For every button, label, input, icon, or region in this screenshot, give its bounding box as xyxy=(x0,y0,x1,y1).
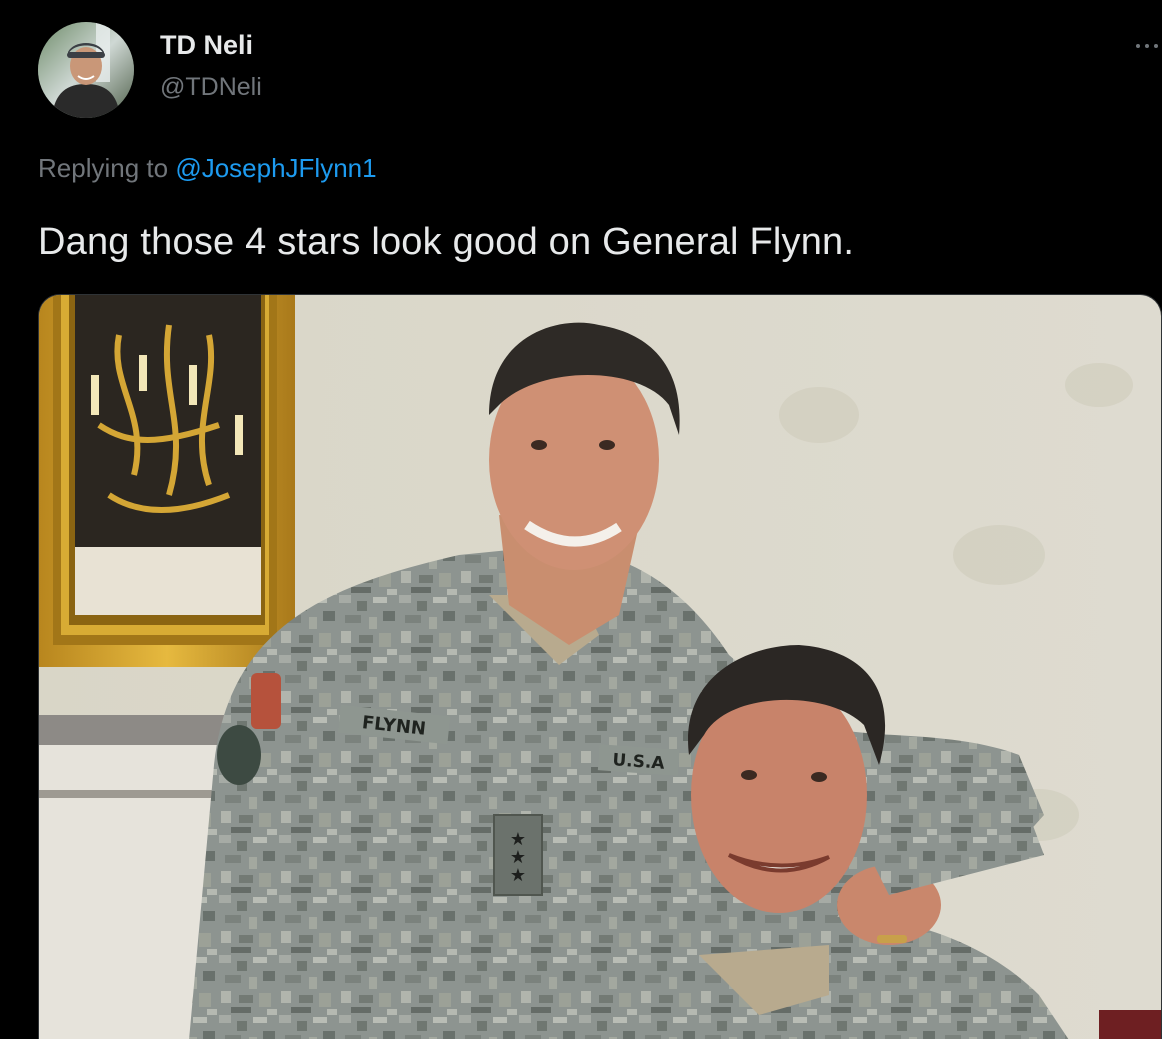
author-name[interactable]: TD Neli xyxy=(160,30,253,61)
reply-mention-link[interactable]: @JosephJFlynn1 xyxy=(175,153,376,183)
avatar[interactable] xyxy=(38,22,134,118)
replying-to-prefix: Replying to xyxy=(38,153,169,183)
tweet-text: Dang those 4 stars look good on General … xyxy=(38,221,855,263)
replying-to: Replying to @JosephJFlynn1 xyxy=(38,153,377,184)
more-horizontal-icon[interactable] xyxy=(1134,36,1162,56)
author-handle[interactable]: @TDNeli xyxy=(160,73,262,102)
tweet-photo[interactable]: ★ ★ ★ FLYNN U.S.A xyxy=(38,294,1162,1039)
tweet: TD Neli @TDNeli Replying to @JosephJFlyn… xyxy=(0,0,1162,1039)
svg-text:★: ★ xyxy=(510,865,526,886)
branch-tape: U.S.A xyxy=(612,750,666,774)
